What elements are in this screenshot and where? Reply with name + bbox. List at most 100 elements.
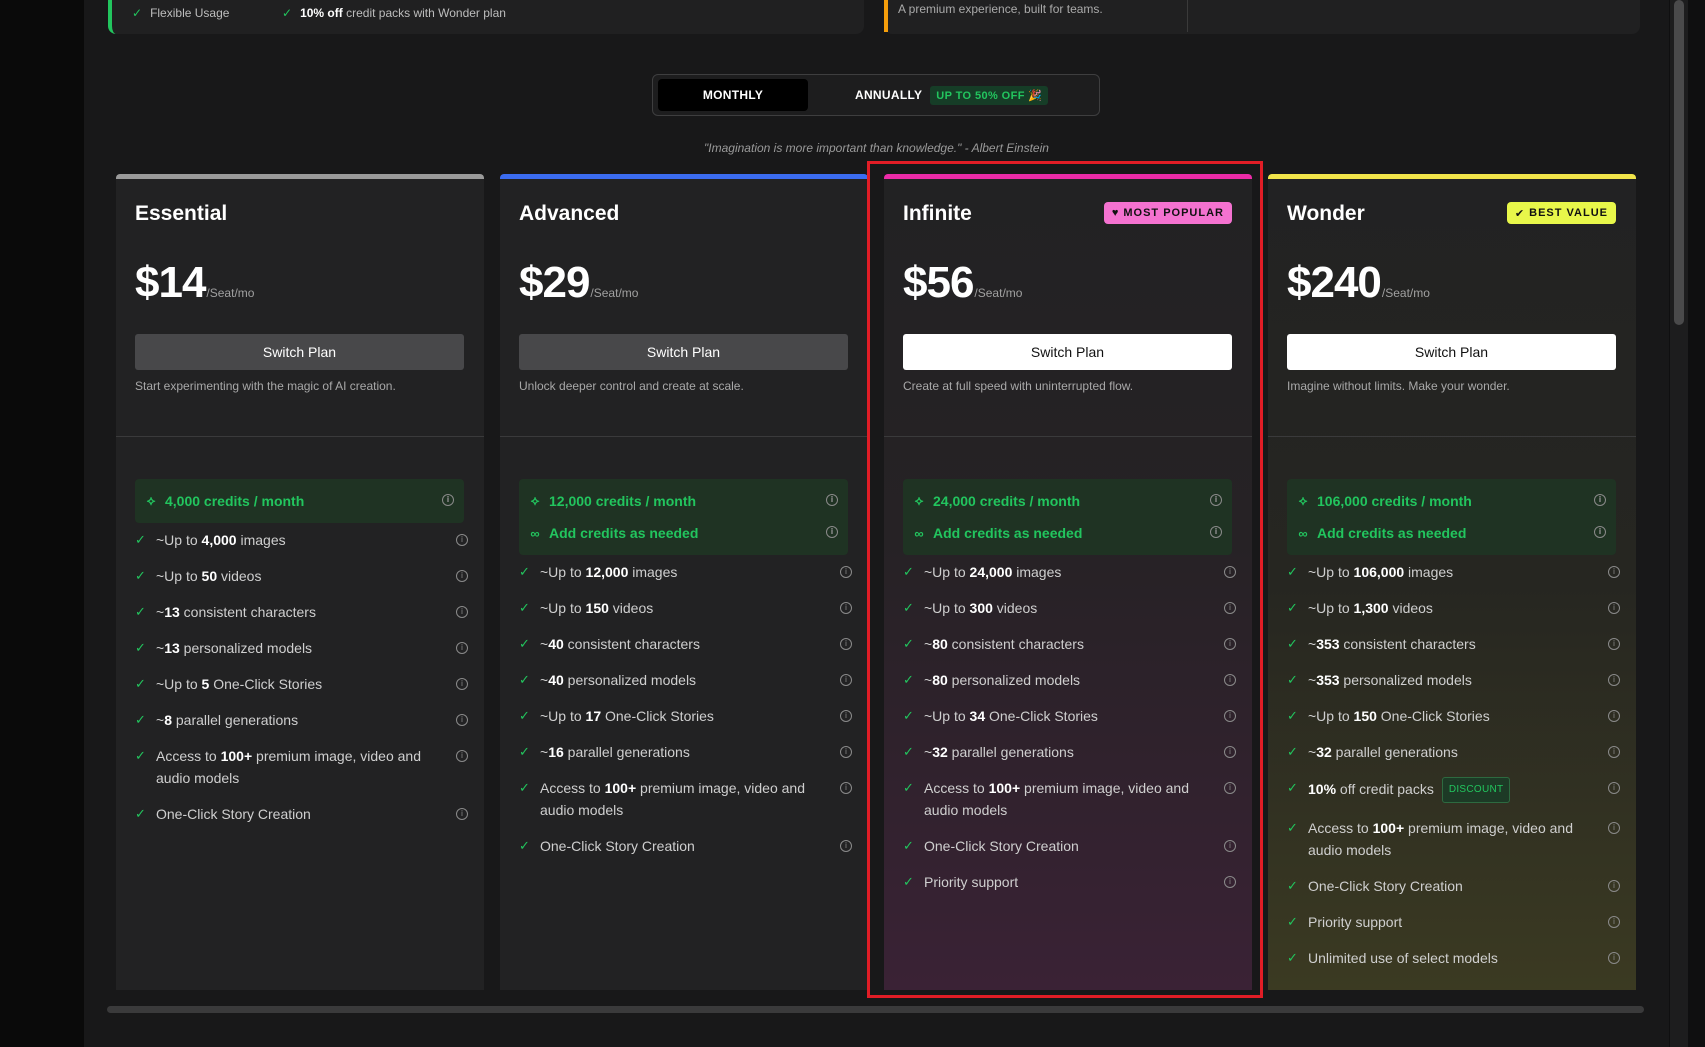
divider: [116, 436, 484, 437]
feature-text: One-Click Story Creation: [540, 835, 695, 857]
switch-plan-button[interactable]: Switch Plan: [903, 334, 1232, 370]
check-icon: ✓: [903, 780, 914, 795]
info-icon[interactable]: i: [1224, 710, 1236, 722]
info-icon[interactable]: i: [1224, 566, 1236, 578]
check-icon: ✓: [1287, 820, 1298, 835]
info-icon[interactable]: i: [1608, 822, 1620, 834]
feature-item: ✓ ~Up to 150 One-Click Stories i: [1287, 705, 1624, 727]
info-icon[interactable]: i: [456, 678, 468, 690]
feature-label: personalized models: [1339, 672, 1472, 688]
feature-text: ~Up to 150 One-Click Stories: [1308, 705, 1490, 727]
info-icon[interactable]: i: [840, 602, 852, 614]
info-icon[interactable]: i: [1594, 494, 1606, 506]
feature-item: ✓ One-Click Story Creation i: [135, 803, 472, 825]
feature-text: ~Up to 150 videos: [540, 597, 653, 619]
info-icon[interactable]: i: [840, 674, 852, 686]
feature-value: 34: [969, 708, 986, 724]
feature-item: ✓ ~16 parallel generations i: [519, 741, 856, 763]
feature-item: ✓ ~Up to 4,000 images i: [135, 529, 472, 551]
feature-label: images: [1012, 564, 1062, 580]
info-icon[interactable]: i: [456, 570, 468, 582]
vertical-scrollbar[interactable]: [1670, 0, 1688, 1047]
info-icon[interactable]: i: [1594, 526, 1606, 538]
feature-label: ~: [156, 712, 165, 728]
info-icon[interactable]: i: [456, 714, 468, 726]
info-icon[interactable]: i: [840, 638, 852, 650]
info-icon[interactable]: i: [456, 534, 468, 546]
info-icon[interactable]: i: [1224, 602, 1236, 614]
horizontal-scrollbar[interactable]: [107, 1006, 1644, 1013]
credits-per-month: ⟡ 12,000 credits / month i: [529, 485, 838, 517]
info-icon[interactable]: i: [1608, 602, 1620, 614]
feature-label: off credit packs: [1336, 781, 1434, 797]
info-icon[interactable]: i: [826, 526, 838, 538]
credits-box: ⟡ 4,000 credits / month i: [135, 479, 464, 523]
info-icon[interactable]: i: [1210, 494, 1222, 506]
feature-value: 100+: [604, 780, 637, 796]
switch-plan-button[interactable]: Switch Plan: [1287, 334, 1616, 370]
feature-value: 13: [164, 640, 180, 656]
info-icon[interactable]: i: [1608, 638, 1620, 650]
info-icon[interactable]: i: [1608, 566, 1620, 578]
info-icon[interactable]: i: [1224, 746, 1236, 758]
info-icon[interactable]: i: [1608, 674, 1620, 686]
switch-plan-button[interactable]: Switch Plan: [519, 334, 848, 370]
feature-text: ~353 personalized models: [1308, 669, 1472, 691]
plan-price: $240/Seat/mo: [1287, 258, 1430, 307]
toggle-monthly[interactable]: MONTHLY: [658, 79, 808, 111]
feature-label: ~: [924, 672, 933, 688]
feature-text: ~Up to 5 One-Click Stories: [156, 673, 322, 695]
check-icon: ✓: [519, 672, 530, 687]
feature-label: videos: [992, 600, 1038, 616]
feature-value: 32: [932, 744, 948, 760]
info-icon[interactable]: i: [1224, 638, 1236, 650]
info-icon[interactable]: i: [1608, 710, 1620, 722]
info-icon[interactable]: i: [826, 494, 838, 506]
credits-box: ⟡ 12,000 credits / month i ∞ Add credits…: [519, 479, 848, 555]
info-icon[interactable]: i: [1608, 880, 1620, 892]
feature-value: 100+: [988, 780, 1021, 796]
info-icon[interactable]: i: [456, 606, 468, 618]
info-icon[interactable]: i: [456, 642, 468, 654]
feature-text: 10% off credit packs DISCOUNT: [1308, 777, 1511, 803]
feature-text: ~13 personalized models: [156, 637, 312, 659]
feature-label: consistent characters: [1339, 636, 1476, 652]
info-icon[interactable]: i: [1608, 952, 1620, 964]
plan-price: $29/Seat/mo: [519, 258, 639, 307]
info-icon[interactable]: i: [840, 782, 852, 794]
feature-value: 80: [932, 672, 948, 688]
info-icon[interactable]: i: [1224, 840, 1236, 852]
check-icon: ✓: [1287, 564, 1298, 579]
feature-text: Unlimited use of select models: [1308, 947, 1498, 969]
info-icon[interactable]: i: [840, 710, 852, 722]
plan-price: $56/Seat/mo: [903, 258, 1023, 307]
feature-label: parallel generations: [563, 744, 690, 760]
info-icon[interactable]: i: [1608, 916, 1620, 928]
info-icon[interactable]: i: [840, 566, 852, 578]
info-icon[interactable]: i: [1224, 674, 1236, 686]
info-icon[interactable]: i: [442, 494, 454, 506]
feature-text: ~Up to 50 videos: [156, 565, 261, 587]
feature-item: ✓ ~Up to 50 videos i: [135, 565, 472, 587]
infinity-icon: ∞: [1298, 525, 1308, 541]
info-icon[interactable]: i: [1608, 746, 1620, 758]
info-icon[interactable]: i: [1224, 876, 1236, 888]
feature-value: 13: [164, 604, 180, 620]
feature-label: ~Up to: [540, 564, 586, 580]
feature-value: 150: [1353, 708, 1377, 724]
scroll-thumb[interactable]: [1674, 0, 1684, 325]
info-icon[interactable]: i: [840, 746, 852, 758]
info-icon[interactable]: i: [456, 808, 468, 820]
feature-text: ~Up to 12,000 images: [540, 561, 677, 583]
info-icon[interactable]: i: [1210, 526, 1222, 538]
feature-value: 100+: [220, 748, 253, 764]
info-icon[interactable]: i: [1224, 782, 1236, 794]
feature-label: ~: [924, 744, 933, 760]
toggle-annually[interactable]: ANNUALLY UP TO 50% OFF 🎉: [855, 79, 1049, 111]
info-icon[interactable]: i: [1608, 782, 1620, 794]
info-icon[interactable]: i: [840, 840, 852, 852]
feature-item: ✓ Access to 100+ premium image, video and…: [519, 777, 856, 821]
feature-item: ✓ ~40 consistent characters i: [519, 633, 856, 655]
info-icon[interactable]: i: [456, 750, 468, 762]
switch-plan-button[interactable]: Switch Plan: [135, 334, 464, 370]
